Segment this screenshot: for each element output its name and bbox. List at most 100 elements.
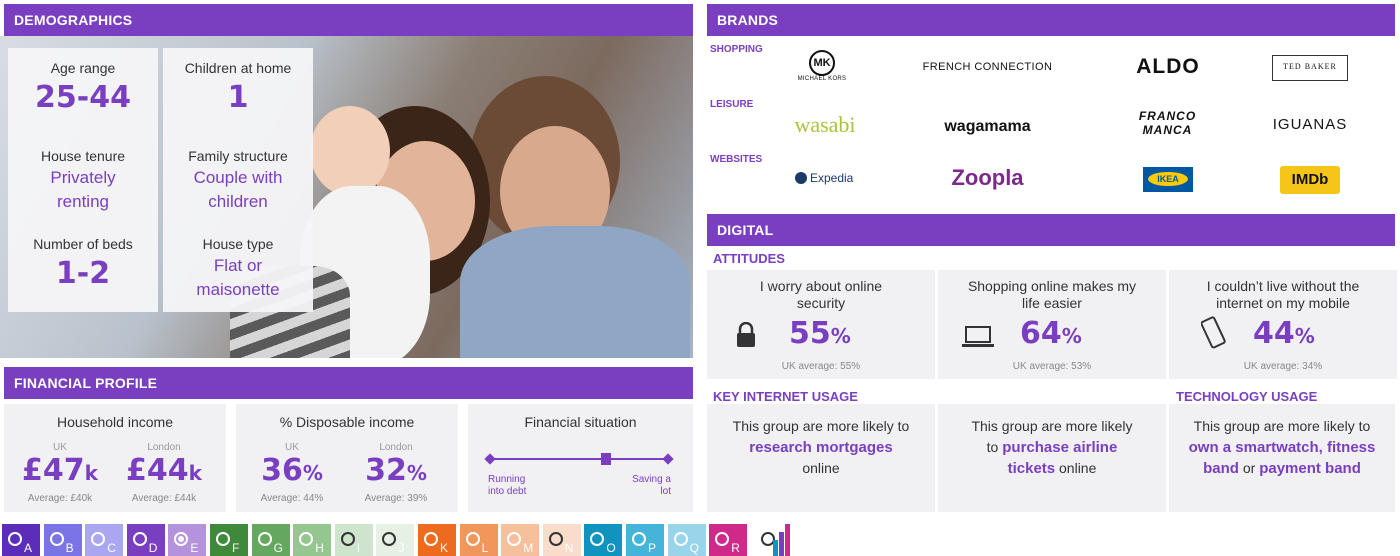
attitude-security-value: 55% [789, 316, 851, 351]
swatch-o[interactable]: O [584, 524, 623, 556]
radio-icon [465, 532, 480, 546]
swatch-g[interactable]: G [251, 524, 290, 556]
swatch-letter: P [648, 541, 657, 555]
attitude-security-avg: UK average: 55% [781, 361, 861, 372]
house-type-value: Flat or maisonette [196, 256, 280, 299]
income-uk-avg: Average: £40k [27, 493, 93, 504]
swatch-h[interactable]: H [293, 524, 332, 556]
michael-kors-logo: MK MICHAEL KORS [786, 50, 858, 82]
usage-mortgages-post: online [802, 460, 840, 476]
children-value: 1 [227, 80, 249, 115]
house-tenure-value: Privately renting [50, 168, 116, 211]
wasabi-logo: wasabi [794, 112, 856, 137]
man-shirt-shape [460, 226, 690, 358]
swatch-b[interactable]: B [43, 524, 82, 556]
expedia-logo: Expedia [788, 171, 860, 185]
attitude-mobile-question: I couldn’t live without the internet on … [1206, 278, 1360, 311]
disposable-london-avg: Average: 39% [364, 493, 428, 504]
financial-situation-title: Financial situation [524, 414, 637, 430]
income-london-label: London [147, 442, 181, 453]
disposable-uk-avg: Average: 44% [260, 493, 324, 504]
chart-toggle-icon[interactable] [757, 524, 793, 556]
swatch-letter: L [481, 541, 489, 555]
brands-header: BRANDS [707, 4, 1395, 36]
house-type-card: House type Flat or maisonette [163, 224, 313, 312]
chart-bar-3 [785, 524, 790, 556]
ted-baker-text: TED BAKER [1283, 62, 1337, 71]
attitude-card-shopping: Shopping online makes my life easier 64%… [938, 270, 1166, 379]
situation-scale [484, 453, 674, 465]
beds-label: Number of beds [33, 236, 133, 252]
radio-icon [632, 532, 646, 546]
swatch-i[interactable]: I [334, 524, 373, 556]
radio-icon [132, 532, 147, 546]
radio-icon [424, 532, 438, 546]
swatch-m[interactable]: M [501, 524, 540, 556]
income-uk-col: UK £47k Average: £40k [10, 442, 110, 504]
beds-card: Number of beds 1-2 [8, 224, 158, 312]
beds-value: 1-2 [55, 256, 111, 291]
swatch-q[interactable]: Q [667, 524, 706, 556]
swatch-f[interactable]: F [210, 524, 248, 556]
swatch-c[interactable]: C [85, 524, 124, 556]
imdb-logo: IMDb [1280, 166, 1340, 194]
lock-icon [737, 322, 755, 347]
swatch-l[interactable]: L [459, 524, 498, 556]
aldo-logo: ALDO [1136, 55, 1200, 78]
scale-left-end [484, 453, 496, 465]
swatch-letter: Q [689, 541, 699, 555]
disposable-london-label: London [379, 442, 413, 453]
brand-row-leisure: LEISURE [710, 99, 754, 110]
attitude-shopping-avg: UK average: 53% [1012, 361, 1092, 372]
globe-icon [794, 172, 807, 184]
swatch-letter: C [107, 541, 116, 555]
michael-kors-text: MICHAEL KORS [797, 76, 847, 82]
usage-tech-highlight-2: payment band [1259, 460, 1361, 477]
financial-situation-card: Financial situation Running into debt Sa… [468, 404, 693, 512]
swatch-letter: R [731, 541, 740, 555]
swatch-letter: E [190, 541, 199, 555]
brand-row-shopping: SHOPPING [710, 44, 763, 55]
swatch-letter: O [606, 541, 616, 555]
radio-icon [8, 532, 22, 546]
attitude-security-question: I worry about online security [759, 278, 883, 311]
income-uk-value: £47k [22, 453, 98, 488]
mobile-icon [1201, 316, 1226, 349]
disposable-income-card: % Disposable income UK 36% Average: 44% … [236, 404, 458, 512]
swatch-letter: H [315, 541, 324, 555]
franco-manca-logo: FRANCO MANCA [1138, 109, 1197, 137]
usage-mortgages-pre: This group are more likely to [732, 418, 910, 434]
radio-icon [299, 532, 314, 546]
swatch-letter: I [356, 541, 361, 555]
swatch-d[interactable]: D [126, 524, 165, 556]
swatch-n[interactable]: N [542, 524, 581, 556]
radio-icon [174, 532, 189, 546]
age-range-label: Age range [50, 60, 116, 76]
swatch-j[interactable]: J [376, 524, 415, 556]
swatch-a[interactable]: A [2, 524, 40, 556]
disposable-london-col: London 32% Average: 39% [346, 442, 446, 504]
disposable-uk-col: UK 36% Average: 44% [242, 442, 342, 504]
swatch-e[interactable]: E [168, 524, 207, 556]
radio-icon [340, 532, 355, 546]
family-structure-card: Family structure Couple with children [163, 136, 313, 224]
swatch-p[interactable]: P [626, 524, 664, 556]
iguanas-logo: IGUANAS [1272, 116, 1348, 133]
chart-bar-1 [773, 540, 778, 556]
usage-card-technology: This group are more likely to own a smar… [1169, 404, 1395, 512]
attitude-shopping-value: 64% [1020, 316, 1082, 351]
usage-airline-post: online [1059, 460, 1097, 476]
swatch-letter: J [398, 541, 405, 555]
radio-icon [673, 532, 688, 546]
radio-icon [715, 532, 730, 546]
attitudes-label: ATTITUDES [713, 251, 785, 266]
disposable-income-title: % Disposable income [279, 414, 415, 430]
swatch-letter: G [273, 541, 283, 555]
swatch-k[interactable]: K [418, 524, 456, 556]
house-tenure-label: House tenure [40, 148, 126, 164]
swatch-r[interactable]: R [709, 524, 748, 556]
baby-head-shape [310, 106, 390, 196]
household-income-card: Household income UK £47k Average: £40k L… [4, 404, 226, 512]
age-range-value: 25-44 [35, 80, 131, 115]
radio-icon [216, 532, 230, 546]
